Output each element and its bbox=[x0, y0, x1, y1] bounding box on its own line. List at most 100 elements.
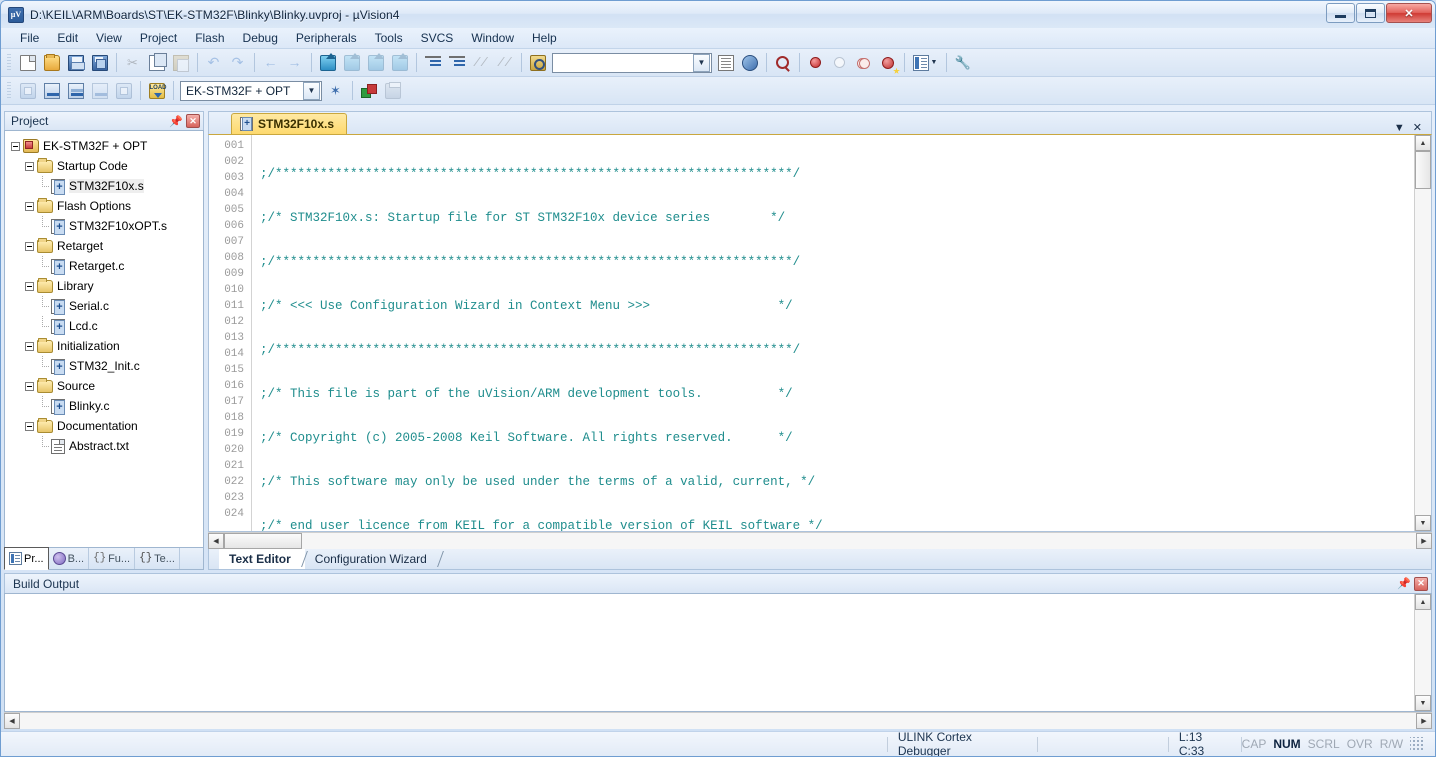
menu-view[interactable]: View bbox=[87, 29, 131, 47]
tab-text-editor[interactable]: Text Editor bbox=[219, 549, 305, 569]
toggle-bookmark-button[interactable] bbox=[316, 52, 339, 74]
expander-icon[interactable] bbox=[25, 201, 34, 211]
rebuild-all-button[interactable] bbox=[64, 80, 87, 102]
multi-project-button[interactable] bbox=[381, 80, 404, 102]
scroll-left-button[interactable]: ◀ bbox=[4, 713, 20, 729]
tree-item-file[interactable]: Serial.c bbox=[5, 296, 203, 316]
tab-list-icon[interactable]: ▼ bbox=[1394, 122, 1405, 134]
stop-build-button[interactable] bbox=[112, 80, 135, 102]
tree-item-group[interactable]: Retarget bbox=[5, 236, 203, 256]
toolbar-grip[interactable] bbox=[7, 53, 11, 72]
maximize-button[interactable] bbox=[1356, 3, 1385, 23]
tree-item-file[interactable]: Lcd.c bbox=[5, 316, 203, 336]
batch-build-button[interactable] bbox=[88, 80, 111, 102]
build-output-vertical-scrollbar[interactable]: ▲ ▼ bbox=[1414, 594, 1431, 711]
pin-icon[interactable]: 📌 bbox=[169, 114, 183, 128]
kill-all-breakpoints-button[interactable] bbox=[876, 52, 899, 74]
insert-breakpoint-button[interactable] bbox=[804, 52, 827, 74]
scroll-track[interactable] bbox=[1415, 610, 1431, 695]
tree-item-file[interactable]: Retarget.c bbox=[5, 256, 203, 276]
menu-debug[interactable]: Debug bbox=[234, 29, 287, 47]
scroll-up-button[interactable]: ▲ bbox=[1415, 135, 1431, 151]
scroll-thumb[interactable] bbox=[1415, 151, 1431, 189]
configuration-button[interactable]: 🔧 bbox=[951, 52, 974, 74]
bookmark-insert-button[interactable] bbox=[738, 52, 761, 74]
tree-item-file[interactable]: STM32F10xOPT.s bbox=[5, 216, 203, 236]
tree-item-group[interactable]: Startup Code bbox=[5, 156, 203, 176]
navigate-back-button[interactable]: ← bbox=[259, 52, 282, 74]
code-text[interactable]: ;/**************************************… bbox=[252, 135, 1414, 531]
scroll-right-button[interactable]: ▶ bbox=[1416, 713, 1432, 729]
scroll-track[interactable] bbox=[1415, 151, 1431, 515]
minimize-button[interactable] bbox=[1326, 3, 1355, 23]
tree-item-group[interactable]: Flash Options bbox=[5, 196, 203, 216]
editor-horizontal-scrollbar[interactable]: ◀ ▶ bbox=[208, 532, 1432, 549]
project-tree[interactable]: EK-STM32F + OPT Startup Code STM32F10x.s bbox=[4, 130, 204, 548]
scroll-thumb[interactable] bbox=[224, 533, 302, 549]
uncomment-button[interactable]: // bbox=[493, 52, 516, 74]
menu-flash[interactable]: Flash bbox=[186, 29, 233, 47]
menu-window[interactable]: Window bbox=[462, 29, 523, 47]
menu-file[interactable]: File bbox=[11, 29, 48, 47]
target-select[interactable]: EK-STM32F + OPT ▼ bbox=[180, 80, 322, 101]
tree-item-group[interactable]: Documentation bbox=[5, 416, 203, 436]
navigate-forward-button[interactable]: → bbox=[283, 52, 306, 74]
code-area[interactable]: 001 002 003 004 005 006 007 008 009 010 … bbox=[209, 135, 1414, 531]
tab-templates[interactable]: {} Te... bbox=[135, 548, 180, 569]
scroll-up-button[interactable]: ▲ bbox=[1415, 594, 1431, 610]
menu-tools[interactable]: Tools bbox=[366, 29, 412, 47]
document-tab-stm32f10x-s[interactable]: STM32F10x.s bbox=[231, 113, 348, 134]
expander-icon[interactable] bbox=[25, 341, 34, 351]
scroll-track[interactable] bbox=[224, 533, 1416, 549]
download-to-flash-button[interactable]: LOAD bbox=[145, 80, 168, 102]
save-all-button[interactable] bbox=[88, 52, 111, 74]
cut-button[interactable]: ✂ bbox=[121, 52, 144, 74]
tab-configuration-wizard[interactable]: Configuration Wizard bbox=[305, 549, 441, 569]
expander-icon[interactable] bbox=[25, 161, 34, 171]
disable-breakpoint-button[interactable] bbox=[828, 52, 851, 74]
tree-item-group[interactable]: Initialization bbox=[5, 336, 203, 356]
disable-all-breakpoints-button[interactable] bbox=[852, 52, 875, 74]
tab-functions[interactable]: {} Fu... bbox=[89, 548, 136, 569]
expander-icon[interactable] bbox=[25, 421, 34, 431]
pin-icon[interactable]: 📌 bbox=[1397, 577, 1411, 591]
scroll-down-button[interactable]: ▼ bbox=[1415, 515, 1431, 531]
scroll-left-button[interactable]: ◀ bbox=[208, 533, 224, 549]
comment-button[interactable]: // bbox=[469, 52, 492, 74]
scroll-track[interactable] bbox=[20, 713, 1416, 729]
tree-item-target[interactable]: EK-STM32F + OPT bbox=[5, 136, 203, 156]
open-file-button[interactable] bbox=[40, 52, 63, 74]
tree-item-file[interactable]: STM32F10x.s bbox=[5, 176, 203, 196]
find-in-files-button[interactable] bbox=[526, 52, 549, 74]
close-icon[interactable]: ✕ bbox=[186, 114, 200, 128]
menu-svcs[interactable]: SVCS bbox=[412, 29, 463, 47]
resize-grip-icon[interactable] bbox=[1410, 737, 1425, 751]
tree-item-file[interactable]: Abstract.txt bbox=[5, 436, 203, 456]
build-target-button[interactable] bbox=[40, 80, 63, 102]
close-icon[interactable]: ✕ bbox=[1414, 576, 1428, 591]
find-button[interactable] bbox=[714, 52, 737, 74]
window-manager-button[interactable]: ▼ bbox=[909, 52, 941, 74]
outdent-button[interactable] bbox=[445, 52, 468, 74]
tab-books[interactable]: B... bbox=[49, 548, 90, 569]
expander-icon[interactable] bbox=[25, 241, 34, 251]
expander-icon[interactable] bbox=[25, 281, 34, 291]
target-options-button[interactable]: ✶ bbox=[324, 80, 347, 102]
chevron-down-icon[interactable]: ▼ bbox=[931, 59, 938, 66]
menu-peripherals[interactable]: Peripherals bbox=[287, 29, 366, 47]
redo-button[interactable]: ↷ bbox=[226, 52, 249, 74]
clear-bookmarks-button[interactable] bbox=[388, 52, 411, 74]
tree-item-file[interactable]: STM32_Init.c bbox=[5, 356, 203, 376]
new-file-button[interactable] bbox=[16, 52, 39, 74]
tab-project[interactable]: Pr... bbox=[4, 547, 49, 570]
close-document-icon[interactable]: ✕ bbox=[1413, 121, 1422, 134]
undo-button[interactable]: ↶ bbox=[202, 52, 225, 74]
manage-components-button[interactable] bbox=[357, 80, 380, 102]
menu-edit[interactable]: Edit bbox=[48, 29, 87, 47]
next-bookmark-button[interactable] bbox=[364, 52, 387, 74]
paste-button[interactable] bbox=[169, 52, 192, 74]
build-output-body[interactable]: ▲ ▼ bbox=[4, 593, 1432, 712]
editor-vertical-scrollbar[interactable]: ▲ ▼ bbox=[1414, 135, 1431, 531]
search-target-button[interactable] bbox=[771, 52, 794, 74]
close-button[interactable]: ✕ bbox=[1386, 3, 1432, 23]
